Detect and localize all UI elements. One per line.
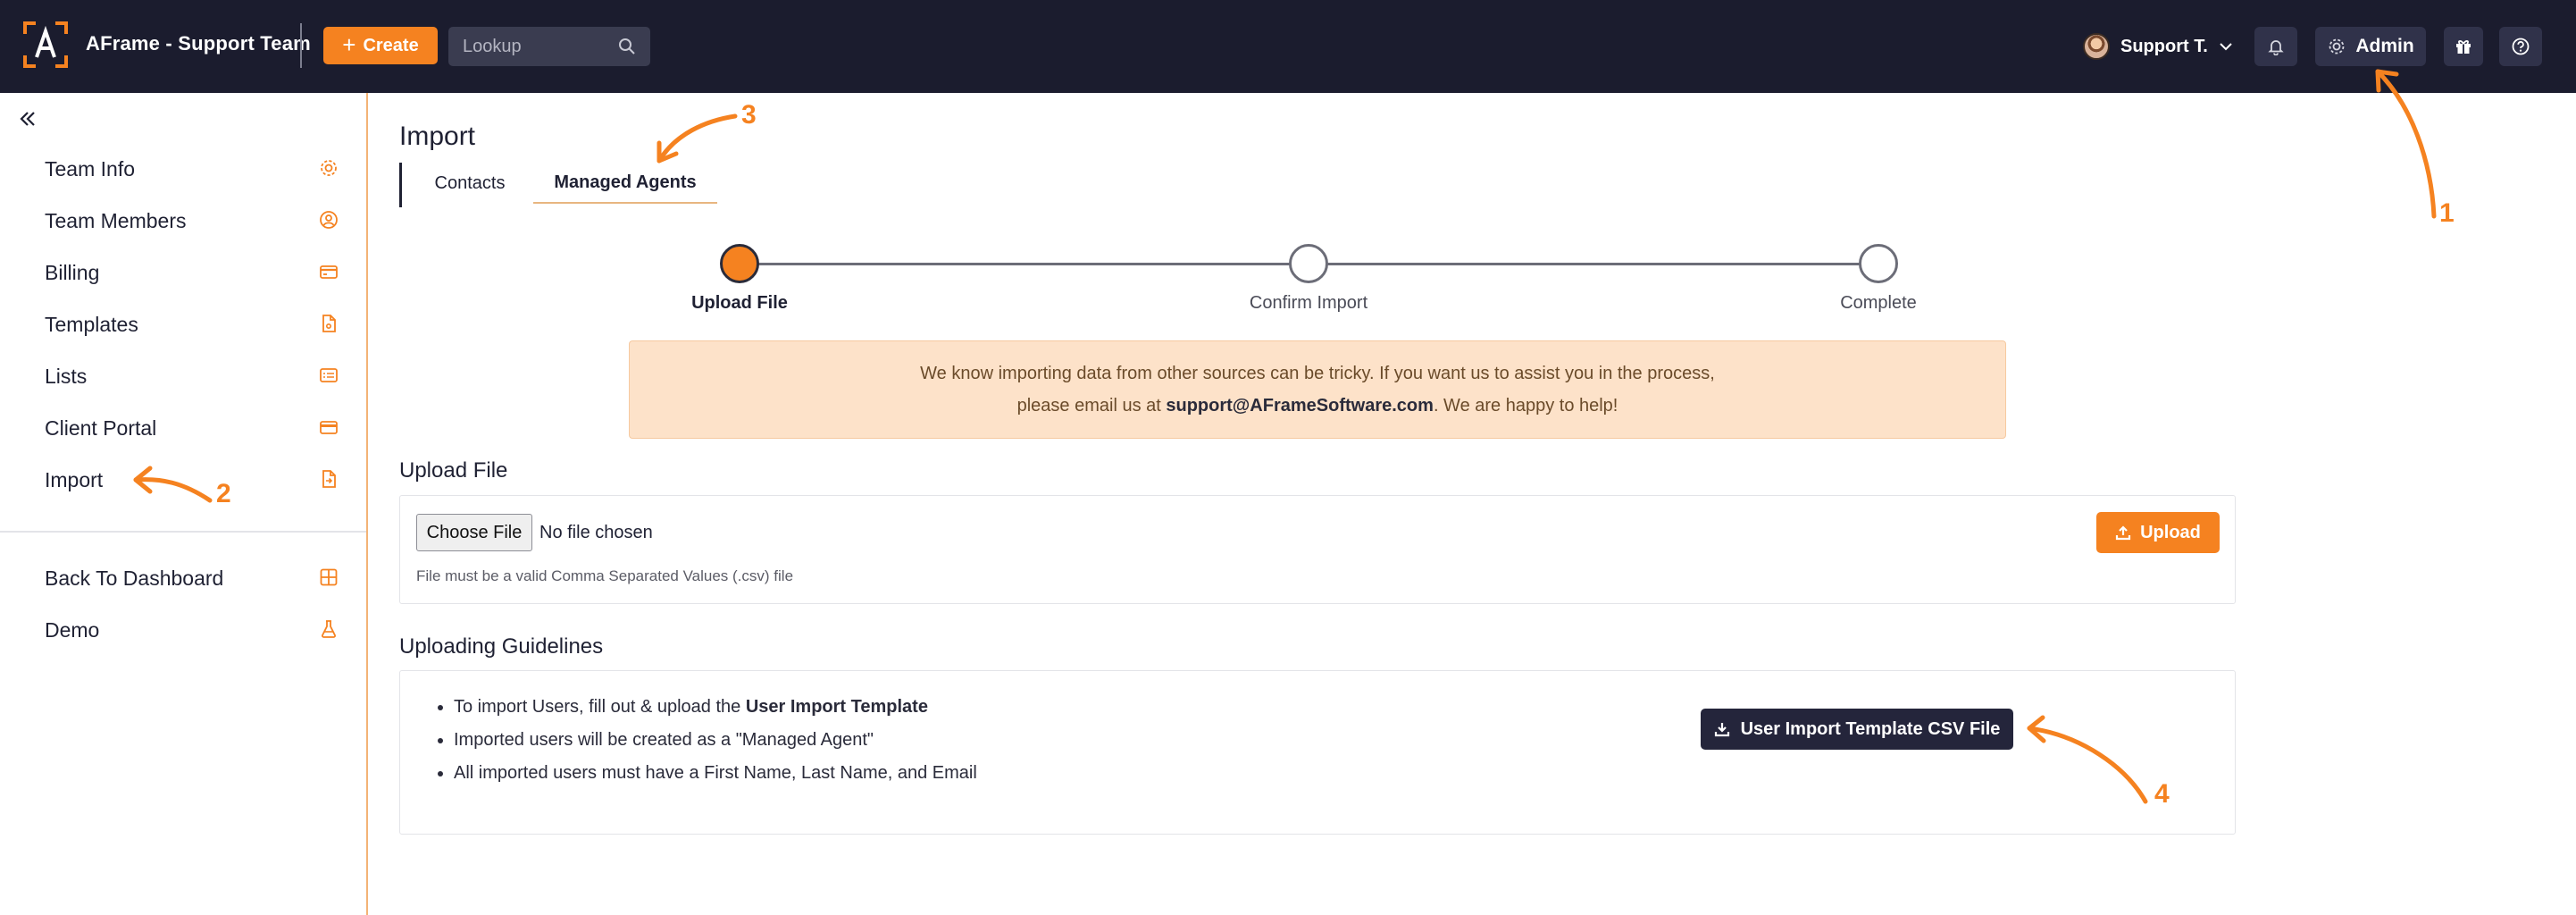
choose-file-button[interactable]: Choose File xyxy=(416,514,532,551)
sidebar-item-label: Client Portal xyxy=(45,416,157,440)
import-help-notice: We know importing data from other source… xyxy=(629,340,2006,439)
upload-label: Upload xyxy=(2140,522,2201,542)
gear-icon xyxy=(2329,38,2345,55)
sidebar-item-back-to-dashboard[interactable]: Back To Dashboard xyxy=(0,559,366,595)
lookup-input[interactable] xyxy=(463,34,606,59)
upload-file-panel: Choose File No file chosen File must be … xyxy=(399,495,2236,604)
app-title: AFrame - Support Team xyxy=(86,32,311,55)
annotation-number-3: 3 xyxy=(741,100,757,130)
tab-managed-agents[interactable]: Managed Agents xyxy=(533,163,717,204)
sidebar: Team Info Team Members Billing Templates xyxy=(0,93,368,915)
plus-icon: + xyxy=(342,31,356,58)
list-icon xyxy=(320,368,338,382)
guidelines-list: To import Users, fill out & upload the U… xyxy=(454,691,977,790)
tabs-left-border xyxy=(399,163,402,207)
sidebar-item-label: Templates xyxy=(45,313,138,336)
notice-line-2: please email us at support@AFrameSoftwar… xyxy=(630,390,2005,422)
support-email-link[interactable]: support@AFrameSoftware.com xyxy=(1166,396,1434,416)
grid-icon xyxy=(320,568,338,586)
sidebar-item-billing[interactable]: Billing xyxy=(0,254,366,290)
upload-icon xyxy=(2116,525,2131,541)
annotation-number-2: 2 xyxy=(216,479,231,508)
bell-icon xyxy=(2268,40,2284,55)
avatar xyxy=(2083,33,2110,60)
create-button[interactable]: + Create xyxy=(323,27,438,64)
sidebar-item-label: Team Info xyxy=(45,157,135,180)
sidebar-item-team-info[interactable]: Team Info xyxy=(0,150,366,186)
user-name: Support T. xyxy=(2120,36,2208,56)
upload-file-heading: Upload File xyxy=(399,458,508,483)
lookup-search xyxy=(448,27,650,66)
guideline-1-text: To import Users, fill out & upload the xyxy=(454,697,746,717)
list-item: All imported users must have a First Nam… xyxy=(454,757,977,790)
sidebar-item-client-portal[interactable]: Client Portal xyxy=(0,409,366,445)
sidebar-item-templates[interactable]: Templates xyxy=(0,306,366,341)
flask-icon xyxy=(322,620,336,638)
annotation-arrow-1 xyxy=(2375,69,2437,219)
gift-icon xyxy=(2456,40,2471,54)
sidebar-divider xyxy=(0,531,366,533)
template-button-label: User Import Template CSV File xyxy=(1740,718,2001,739)
sidebar-item-label: Demo xyxy=(45,618,100,642)
list-item: Imported users will be created as a "Man… xyxy=(454,724,977,757)
question-circle-icon xyxy=(2512,38,2530,55)
step-upload-file-dot xyxy=(720,244,759,283)
step-confirm-import-label: Confirm Import xyxy=(1249,293,1368,313)
no-file-chosen-text: No file chosen xyxy=(539,523,653,542)
list-item: To import Users, fill out & upload the U… xyxy=(454,691,977,724)
portal-card-icon xyxy=(320,421,338,434)
import-tabs: Contacts Managed Agents xyxy=(399,163,721,207)
upload-button[interactable]: Upload xyxy=(2096,512,2220,553)
aframe-logo-icon[interactable] xyxy=(23,21,68,68)
double-chevron-left-icon[interactable] xyxy=(18,109,38,129)
notifications-button[interactable] xyxy=(2254,27,2297,66)
chevron-down-icon xyxy=(2220,43,2232,51)
help-button[interactable] xyxy=(2499,27,2542,66)
file-import-icon xyxy=(322,470,336,488)
sidebar-item-team-members[interactable]: Team Members xyxy=(0,202,366,238)
sidebar-item-lists[interactable]: Lists xyxy=(0,357,366,393)
sidebar-item-demo[interactable]: Demo xyxy=(0,611,366,647)
download-template-button[interactable]: User Import Template CSV File xyxy=(1701,709,2013,750)
gear-icon xyxy=(321,160,337,176)
create-label: Create xyxy=(363,35,419,55)
file-help-text: File must be a valid Comma Separated Val… xyxy=(416,567,794,584)
step-complete-dot xyxy=(1859,244,1898,283)
page-title: Import xyxy=(399,122,476,151)
guideline-1-bold: User Import Template xyxy=(745,697,928,717)
user-circle-icon xyxy=(320,211,338,229)
uploading-guidelines-heading: Uploading Guidelines xyxy=(399,634,604,659)
step-upload-file-label: Upload File xyxy=(691,293,788,313)
uploading-guidelines-panel: To import Users, fill out & upload the U… xyxy=(399,670,2236,835)
admin-button[interactable]: Admin xyxy=(2315,27,2426,66)
user-menu[interactable]: Support T. xyxy=(2083,32,2233,61)
document-icon xyxy=(322,315,336,332)
search-icon[interactable] xyxy=(618,38,636,55)
notice-line-2-prefix: please email us at xyxy=(1016,396,1167,416)
annotation-number-1: 1 xyxy=(2439,198,2455,228)
nav-divider xyxy=(300,23,302,68)
top-nav-bar: AFrame - Support Team + Create Support T… xyxy=(0,0,2576,93)
sidebar-item-import[interactable]: Import xyxy=(0,461,366,497)
notice-line-2-suffix: . We are happy to help! xyxy=(1433,396,1618,416)
sidebar-item-label: Team Members xyxy=(45,209,187,232)
step-confirm-import-dot xyxy=(1289,244,1328,283)
credit-card-icon xyxy=(320,265,338,279)
annotation-number-4: 4 xyxy=(2154,779,2170,809)
step-complete-label: Complete xyxy=(1840,293,1917,313)
gift-button[interactable] xyxy=(2444,27,2483,66)
admin-label: Admin xyxy=(2355,36,2414,56)
download-icon xyxy=(1714,723,1729,737)
sidebar-item-label: Lists xyxy=(45,365,88,388)
sidebar-item-label: Import xyxy=(45,468,104,491)
annotation-arrow-3 xyxy=(657,113,738,164)
sidebar-item-label: Back To Dashboard xyxy=(45,567,224,590)
sidebar-item-label: Billing xyxy=(45,261,100,284)
tab-contacts[interactable]: Contacts xyxy=(403,163,537,204)
notice-line-1: We know importing data from other source… xyxy=(920,364,1715,383)
